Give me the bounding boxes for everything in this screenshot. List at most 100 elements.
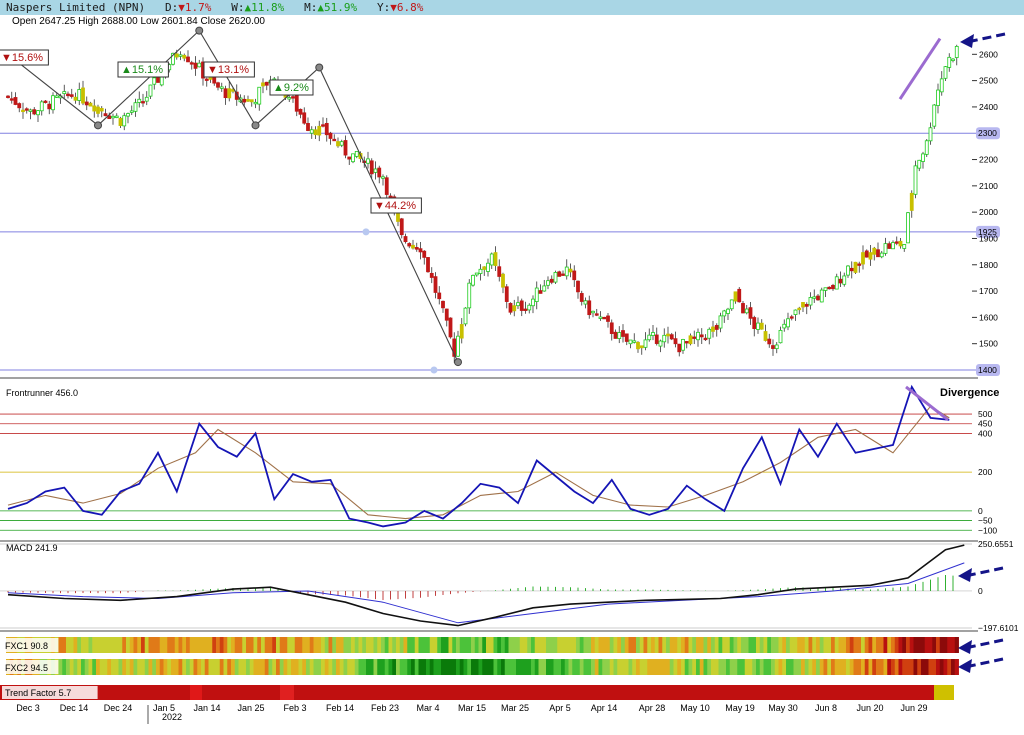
candle-body (651, 332, 655, 336)
heat-cell (276, 659, 281, 675)
heat-cell (279, 637, 284, 653)
heat-cell (171, 637, 176, 653)
heat-cell (227, 637, 232, 653)
heat-cell (891, 637, 896, 653)
candle-body (621, 330, 625, 337)
heat-cell (219, 637, 224, 653)
candle-body (598, 316, 603, 319)
heat-cell (474, 659, 479, 675)
macd-signal-line (7, 562, 965, 624)
candle-body (13, 97, 18, 105)
candle-body (553, 272, 558, 283)
heat-cell (677, 637, 682, 653)
candle-body (81, 87, 85, 104)
heat-cell (954, 637, 959, 653)
heat-cell (673, 659, 678, 675)
heat-cell (519, 659, 524, 675)
heat-cell (711, 659, 716, 675)
heat-cell (88, 659, 93, 675)
heat-cell (354, 659, 359, 675)
candle-body (647, 334, 652, 341)
heat-cell (849, 637, 854, 653)
heat-cell (302, 659, 307, 675)
heat-cell (714, 637, 719, 653)
heat-cell (621, 659, 626, 675)
candle-body (801, 302, 805, 308)
heat-cell (594, 637, 599, 653)
heat-cell (441, 659, 446, 675)
heat-cell (834, 659, 839, 675)
heat-cell (598, 659, 603, 675)
heat-cell (831, 659, 836, 675)
heat-cell (309, 637, 314, 653)
candle-body (366, 158, 370, 164)
heat-cell (231, 659, 236, 675)
heat-cell (688, 637, 693, 653)
heat-cell (654, 637, 659, 653)
candle-body (336, 141, 340, 147)
x-axis-label: Dec 14 (60, 703, 89, 713)
heat-cell (527, 637, 532, 653)
heat-cell (504, 659, 509, 675)
candle-body (317, 125, 322, 136)
candle-body (947, 56, 952, 68)
heat-cell (501, 637, 506, 653)
candle-body (422, 250, 427, 258)
heat-cell (868, 659, 873, 675)
candle-body (542, 285, 547, 292)
heat-cell (699, 659, 704, 675)
price-tick-label: 1600 (979, 312, 998, 322)
candle-body (186, 56, 190, 63)
heat-cell (144, 637, 149, 653)
candle-body (463, 307, 468, 325)
x-axis-label: Feb 14 (326, 703, 354, 713)
candle-body (692, 336, 697, 339)
heat-cell (909, 659, 914, 675)
heat-cell (606, 659, 611, 675)
heat-cell (861, 659, 866, 675)
heat-cell (261, 659, 266, 675)
heat-cell (748, 659, 753, 675)
macd-title: MACD 241.9 (6, 543, 58, 553)
price-tick-label: 1500 (979, 339, 998, 349)
oscillator-level-label: 0 (978, 506, 983, 516)
candle-body (909, 192, 914, 211)
heat-cell (759, 637, 764, 653)
heat-cell (441, 637, 446, 653)
heat-cell (819, 659, 824, 675)
candle-body (819, 289, 824, 303)
heat-cell (827, 659, 832, 675)
heat-cell (62, 659, 67, 675)
heat-cell (328, 659, 333, 675)
heat-cell (88, 637, 93, 653)
fxc2-strip-arrow-icon-head (958, 659, 972, 673)
candle-body (92, 105, 97, 112)
candle-body (572, 270, 577, 281)
heat-cell (133, 637, 138, 653)
frontrunner-title: Frontrunner 456.0 (6, 388, 78, 398)
candle-body (864, 250, 869, 258)
heat-cell (722, 637, 727, 653)
heat-cell (729, 637, 734, 653)
candle-body (508, 302, 513, 313)
heat-cell (204, 637, 209, 653)
heat-cell (444, 637, 449, 653)
heat-cell (924, 637, 929, 653)
candle-body (444, 308, 449, 321)
heat-cell (482, 659, 487, 675)
heat-cell (943, 659, 948, 675)
heat-cell (411, 659, 416, 675)
heat-cell (107, 637, 112, 653)
candle-body (688, 335, 693, 345)
candle-body (242, 98, 247, 103)
heat-cell (92, 637, 97, 653)
heat-cell (452, 637, 457, 653)
heat-cell (801, 637, 806, 653)
candle-body (73, 96, 78, 101)
swing-point (195, 26, 204, 35)
candle-body (594, 313, 599, 316)
heat-cell (651, 637, 656, 653)
heat-cell (369, 659, 374, 675)
candle-body (504, 286, 509, 302)
price-tick-label: 2400 (979, 102, 998, 112)
